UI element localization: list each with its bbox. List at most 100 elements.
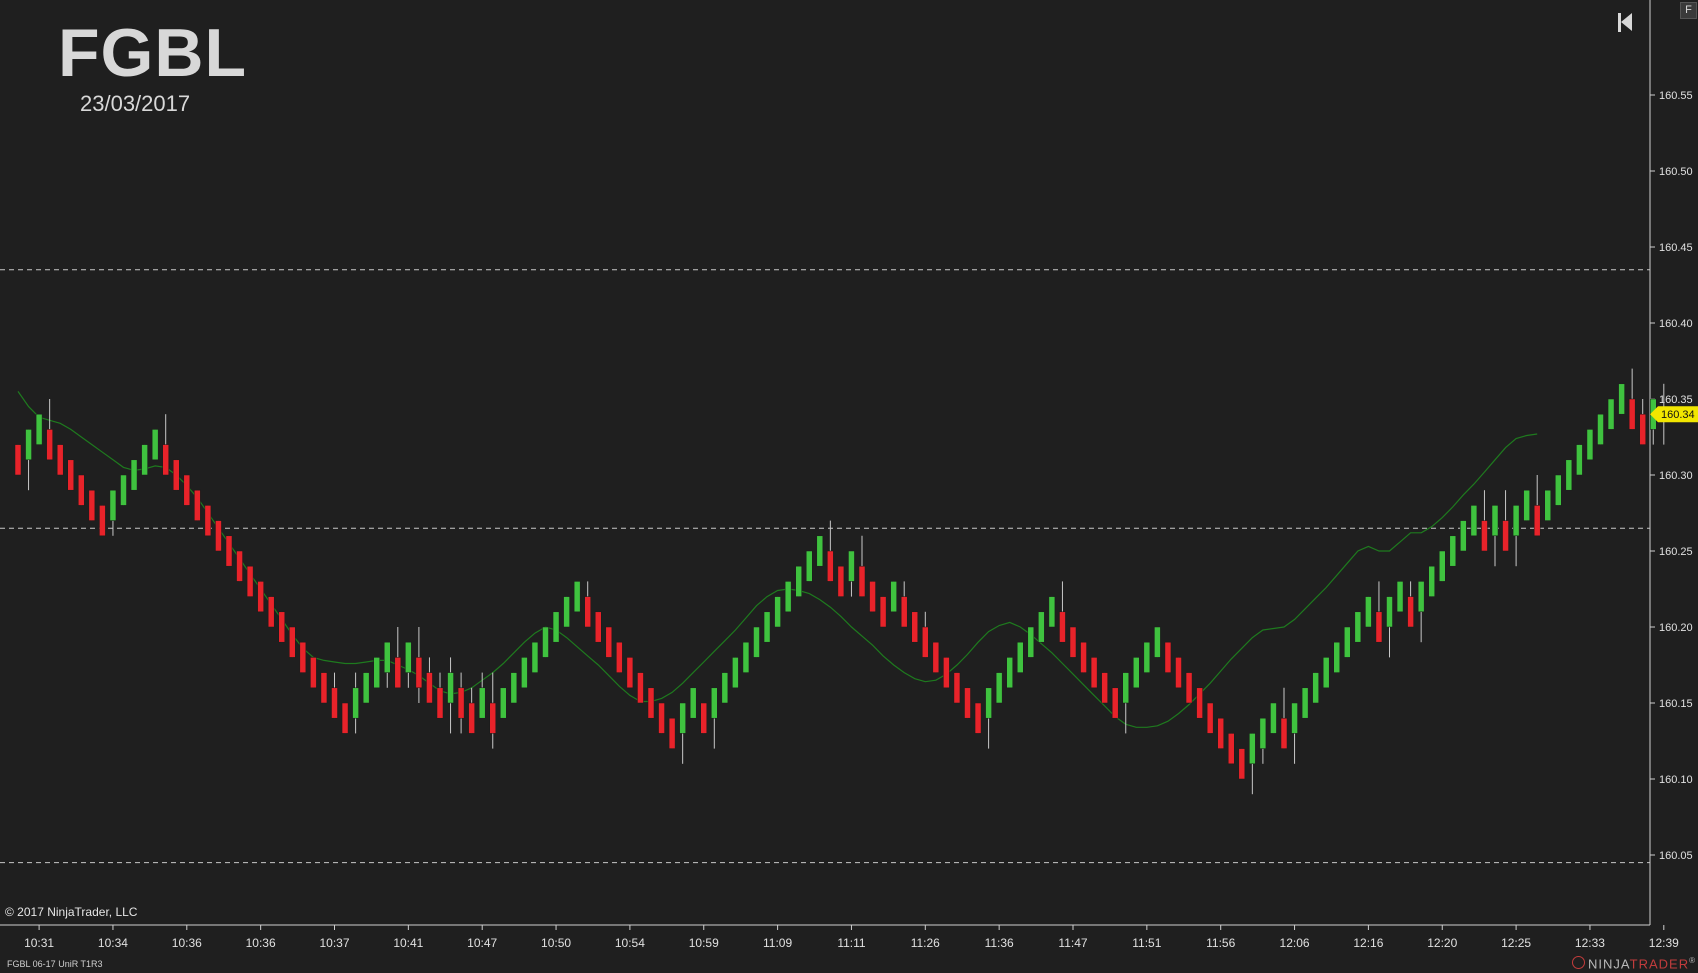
x-tick-label: 10:50 bbox=[541, 936, 571, 950]
x-tick-label: 12:06 bbox=[1280, 936, 1310, 950]
y-tick-label: 160.10 bbox=[1659, 774, 1693, 786]
candle-up bbox=[478, 687, 486, 719]
candle-down bbox=[14, 444, 22, 476]
x-tick-label: 11:11 bbox=[837, 936, 866, 950]
candle-down bbox=[1228, 733, 1235, 765]
candle-up bbox=[1133, 657, 1140, 689]
candle-up bbox=[1428, 565, 1435, 597]
candle-down bbox=[46, 429, 53, 461]
candle-down bbox=[1185, 672, 1193, 704]
candle-down bbox=[194, 489, 201, 521]
candle-up bbox=[1038, 611, 1045, 643]
candle-up bbox=[1322, 657, 1330, 689]
candle-down bbox=[647, 687, 655, 719]
candle-up bbox=[1301, 687, 1309, 719]
x-tick-label: 10:54 bbox=[615, 936, 645, 950]
candle-up bbox=[352, 687, 359, 719]
candle-up bbox=[732, 657, 739, 689]
candle-down bbox=[331, 687, 338, 719]
candle-up bbox=[1491, 505, 1499, 537]
candle-up bbox=[1417, 581, 1425, 613]
candle-up bbox=[521, 657, 528, 689]
candle-up bbox=[1607, 398, 1615, 430]
candle-down bbox=[162, 444, 169, 476]
last-price-label: 160.34 bbox=[1661, 409, 1695, 421]
brand-prefix: NINJA bbox=[1588, 956, 1630, 972]
candle-down bbox=[183, 474, 191, 506]
x-tick-label: 11:56 bbox=[1206, 936, 1235, 950]
candle-down bbox=[1533, 505, 1541, 537]
y-tick-label: 160.40 bbox=[1659, 318, 1693, 330]
candle-down bbox=[1101, 672, 1108, 704]
candle-down bbox=[1175, 657, 1182, 689]
x-tick-label: 12:20 bbox=[1427, 936, 1457, 950]
candle-up bbox=[1586, 429, 1594, 461]
candle-up bbox=[1439, 550, 1446, 582]
candle-down bbox=[436, 687, 444, 719]
candle-up bbox=[985, 687, 992, 719]
x-tick-label: 11:36 bbox=[985, 936, 1014, 950]
y-tick-label: 160.50 bbox=[1659, 166, 1693, 178]
price-chart[interactable]: 160.05 160.10 160.15 160.20 160.25 160.30 160.… bbox=[0, 0, 1698, 973]
candle-up bbox=[120, 474, 127, 506]
candle-up bbox=[1344, 626, 1351, 658]
y-tick-label: 160.25 bbox=[1659, 546, 1693, 558]
candle-down bbox=[1111, 687, 1119, 719]
candle-down bbox=[879, 596, 887, 628]
candle-down bbox=[1280, 717, 1288, 749]
candle-up bbox=[373, 657, 380, 689]
ninjatrader-logo: NINJATRADER® bbox=[1572, 956, 1696, 971]
candle-up bbox=[742, 641, 750, 673]
f-button[interactable]: F bbox=[1680, 2, 1697, 19]
candle-down bbox=[943, 657, 950, 689]
candle-down bbox=[869, 581, 876, 613]
skip-to-end-button[interactable] bbox=[1616, 10, 1636, 36]
candle-up bbox=[531, 641, 539, 673]
candle-down bbox=[932, 641, 940, 673]
candle-up bbox=[774, 596, 781, 628]
x-tick-label: 10:37 bbox=[319, 936, 349, 950]
candle-up bbox=[552, 611, 560, 643]
candle-up bbox=[689, 687, 697, 719]
candle-up bbox=[573, 581, 581, 613]
candle-up bbox=[563, 596, 570, 628]
x-tick-label: 10:36 bbox=[246, 936, 276, 950]
candle-up bbox=[1523, 489, 1530, 521]
candle-down bbox=[911, 611, 918, 643]
x-tick-label: 11:26 bbox=[911, 936, 940, 950]
x-tick-label: 12:16 bbox=[1353, 936, 1383, 950]
candle-down bbox=[658, 702, 665, 734]
x-tick-label: 12:39 bbox=[1649, 936, 1679, 950]
candle-down bbox=[173, 459, 180, 491]
y-tick-label: 160.45 bbox=[1659, 242, 1693, 254]
brand-registered: ® bbox=[1689, 956, 1696, 965]
x-tick-label: 11:47 bbox=[1058, 936, 1087, 950]
candle-up bbox=[151, 429, 159, 461]
candle-down bbox=[426, 672, 433, 704]
candle-up bbox=[141, 444, 148, 476]
candle-up bbox=[806, 550, 813, 582]
candle-down bbox=[236, 550, 243, 582]
candle-down bbox=[1069, 626, 1077, 658]
x-tick-label: 11:09 bbox=[763, 936, 792, 950]
candle-down bbox=[267, 596, 275, 628]
candle-up bbox=[1565, 459, 1573, 491]
moving-average-line bbox=[17, 391, 1538, 728]
candle-up bbox=[1017, 641, 1024, 673]
candle-down bbox=[605, 626, 613, 658]
candle-up bbox=[1154, 626, 1161, 658]
candle-down bbox=[1375, 611, 1383, 643]
candle-down bbox=[595, 611, 602, 643]
candle-down bbox=[215, 520, 222, 552]
candle-down bbox=[225, 535, 233, 567]
candle-down bbox=[953, 672, 961, 704]
candle-up bbox=[1048, 596, 1056, 628]
candle-down bbox=[88, 489, 96, 521]
copyright-text: © 2017 NinjaTrader, LLC bbox=[5, 905, 138, 919]
candle-down bbox=[457, 687, 465, 719]
candle-up bbox=[784, 581, 792, 613]
candle-down bbox=[1238, 748, 1246, 780]
candle-down bbox=[900, 596, 908, 628]
y-tick-label: 160.05 bbox=[1659, 850, 1693, 862]
candle-up bbox=[25, 429, 32, 461]
